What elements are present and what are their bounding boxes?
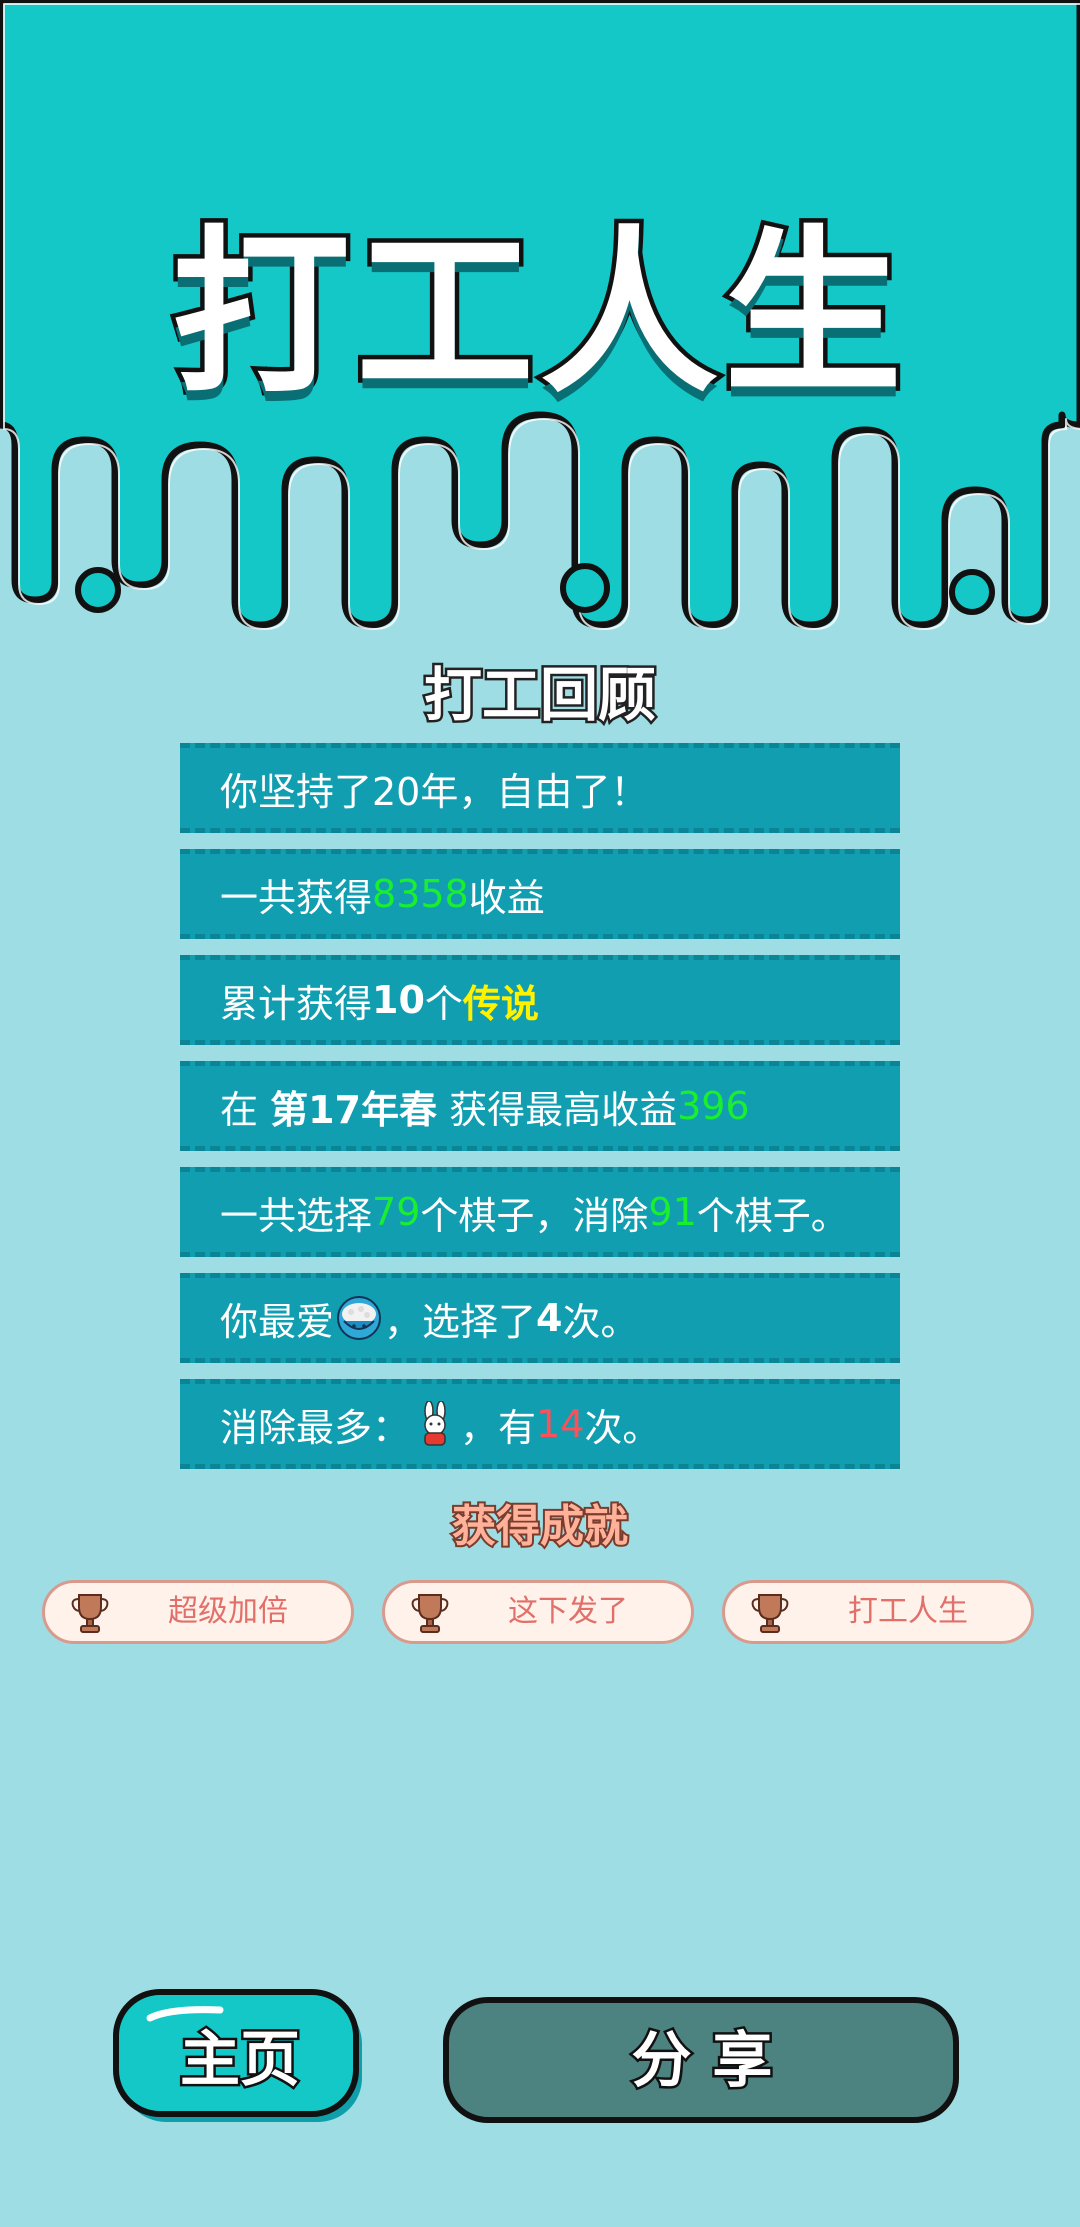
achievement-label-2: 这下发了 <box>508 1594 628 1629</box>
share-button[interactable]: 分 享 <box>442 1996 962 2126</box>
stat-legend-mid: 个 <box>424 981 463 1026</box>
home-button-label: 主页 <box>178 2022 303 2097</box>
achievement-label-1: 超级加倍 <box>168 1594 288 1629</box>
stat-row-legend: 累计获得 10 个传说 <box>180 955 900 1045</box>
stat-earnings-post: 收益 <box>468 875 545 920</box>
share-button-label: 分 享 <box>629 2023 775 2098</box>
stat-removed-count: 14 <box>536 1402 585 1446</box>
achievement-label-3: 打工人生 <box>848 1594 968 1629</box>
stat-pieces-pre: 一共选择 <box>220 1193 373 1238</box>
trophy-icon <box>751 1594 789 1633</box>
stat-best-pre: 在 <box>220 1087 271 1132</box>
home-button[interactable]: 主页 <box>110 1988 370 2128</box>
stat-pieces-post: 个棋子。 <box>696 1193 849 1238</box>
stat-legend-pre: 累计获得 <box>220 981 373 1026</box>
rabbit-icon <box>424 1401 446 1446</box>
rice-bowl-icon <box>337 1296 382 1340</box>
stat-removed-pre: 消除最多： <box>220 1405 411 1450</box>
achievement-badge-1: 超级加倍 <box>42 1580 354 1644</box>
stat-favorite-pre: 你最爱 <box>220 1299 335 1344</box>
stat-earnings-value: 8358 <box>372 872 469 916</box>
stat-row-years: 你坚持了20年，自由了！ <box>180 743 900 833</box>
achievements-title: 获得成就 <box>450 1499 630 1554</box>
stat-years-text: 你坚持了20年，自由了！ <box>220 769 649 814</box>
game-title: 打工人生 <box>168 206 908 422</box>
stat-pieces-mid: 个棋子，消除 <box>420 1193 649 1238</box>
stat-row-pieces: 一共选择 79 个棋子，消除 91 个棋子。 <box>180 1167 900 1257</box>
achievement-badge-2: 这下发了 <box>382 1580 694 1644</box>
stat-legend-count: 10 <box>372 978 425 1022</box>
stat-best-season: 第17年春 <box>270 1087 437 1132</box>
stat-row-earnings: 一共获得 8358 收益 <box>180 849 900 939</box>
trophy-icon <box>411 1594 449 1633</box>
stat-earnings-pre: 一共获得 <box>220 875 373 920</box>
stat-favorite-mid: ，选择了 <box>384 1299 537 1344</box>
stat-pieces-removed: 91 <box>648 1190 697 1234</box>
achievement-badge-3: 打工人生 <box>722 1580 1034 1644</box>
stat-favorite-count: 4 <box>536 1296 563 1340</box>
stat-removed-mid: ，有 <box>460 1405 537 1450</box>
stat-row-most-removed: 消除最多： ，有 14 次。 <box>180 1379 900 1469</box>
trophy-icon <box>71 1594 109 1633</box>
stat-row-favorite: 你最爱 ，选择了 4 次。 <box>180 1273 900 1363</box>
review-title: 打工回顾 <box>421 659 658 732</box>
stat-favorite-post: 次。 <box>562 1299 639 1344</box>
stat-legend-highlight: 传说 <box>462 981 539 1026</box>
stat-removed-post: 次。 <box>584 1405 661 1450</box>
stat-best-mid: 获得最高收益 <box>436 1087 678 1132</box>
stat-row-best-season: 在 第17年春 获得最高收益 396 <box>180 1061 900 1151</box>
stat-best-value: 396 <box>677 1084 750 1128</box>
stat-pieces-chosen: 79 <box>372 1190 421 1234</box>
